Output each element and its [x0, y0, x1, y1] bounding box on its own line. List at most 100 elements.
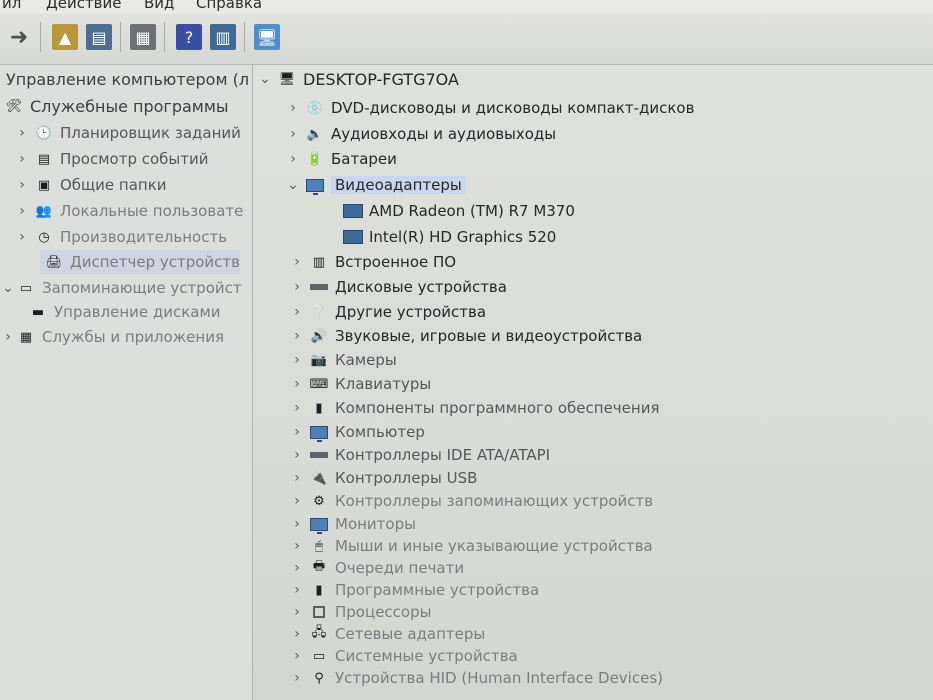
device-category-keyboards[interactable]: › ⌨ Клавиатуры: [289, 372, 431, 396]
tree-item-event-viewer[interactable]: › ▤ Просмотр событий: [14, 147, 209, 171]
chevron-right-icon[interactable]: ›: [285, 151, 301, 167]
chevron-right-icon[interactable]: ›: [289, 328, 305, 344]
tree-item-label: Управление компьютером (л: [6, 69, 250, 89]
device-category-network-adapters[interactable]: › 🖧 Сетевые адаптеры: [289, 622, 485, 646]
tree-item-label: Просмотр событий: [60, 150, 209, 168]
device-category-processors[interactable]: › Процессоры: [289, 600, 431, 624]
device-category-label: Контроллеры IDE ATA/ATAPI: [335, 446, 551, 464]
chevron-right-icon[interactable]: ›: [14, 125, 30, 141]
device-category-print-queues[interactable]: › 🖶 Очереди печати: [289, 556, 464, 580]
chevron-right-icon[interactable]: ›: [289, 424, 305, 440]
device-amd-radeon[interactable]: AMD Radeon (TM) R7 M370: [339, 199, 575, 223]
chevron-right-icon[interactable]: ›: [289, 304, 305, 320]
device-root-label: DESKTOP-FGTG7OA: [303, 69, 459, 89]
device-root[interactable]: ⌄ 🖥 DESKTOP-FGTG7OA: [257, 67, 459, 91]
chevron-right-icon[interactable]: ›: [289, 470, 305, 486]
device-category-display-adapters[interactable]: ⌄ Видеоадаптеры: [285, 173, 466, 197]
chevron-down-icon[interactable]: ⌄: [285, 177, 301, 193]
chevron-right-icon[interactable]: ›: [14, 203, 30, 219]
chevron-right-icon[interactable]: ›: [14, 177, 30, 193]
action-pane-icon[interactable]: ▥: [210, 24, 236, 50]
back-arrow-icon[interactable]: ➜: [6, 24, 32, 50]
chevron-right-icon[interactable]: ›: [289, 400, 305, 416]
chevron-right-icon[interactable]: ›: [289, 670, 305, 686]
services-icon: ▦: [19, 329, 33, 345]
chevron-right-icon[interactable]: ›: [289, 626, 305, 642]
chevron-right-icon[interactable]: ›: [289, 447, 305, 463]
device-category-ide-controllers[interactable]: › Контроллеры IDE ATA/ATAPI: [289, 443, 550, 467]
toolbar-separator: [244, 22, 245, 52]
chevron-right-icon[interactable]: ›: [289, 560, 305, 576]
device-category-disk-drives[interactable]: › Дисковые устройства: [289, 275, 507, 299]
keyboard-icon: ⌨: [309, 376, 329, 392]
device-category-monitors[interactable]: › Мониторы: [289, 512, 416, 536]
dvd-drive-icon: 💿: [306, 100, 324, 116]
chevron-right-icon[interactable]: ›: [289, 516, 305, 532]
software-component-icon: ▮: [315, 400, 323, 416]
tree-item-storage[interactable]: ⌄ ▭ Запоминающие устройст: [0, 276, 242, 300]
chevron-right-icon[interactable]: ›: [0, 329, 16, 345]
toolbar: ➜ ▲ ▤ ▦ ? ▥ 🖥: [0, 14, 933, 65]
chevron-right-icon[interactable]: ›: [289, 493, 305, 509]
device-category-computer[interactable]: › Компьютер: [289, 420, 425, 444]
tree-item-performance[interactable]: › ◷ Производительность: [14, 225, 227, 249]
chevron-right-icon[interactable]: ›: [285, 126, 301, 142]
device-category-label: Мыши и иные указывающие устройства: [335, 537, 653, 555]
tree-item-task-scheduler[interactable]: › 🕒 Планировщик заданий: [14, 121, 241, 145]
chevron-right-icon[interactable]: ›: [289, 279, 305, 295]
help-icon[interactable]: ?: [176, 24, 202, 50]
battery-icon: 🔋: [306, 151, 324, 167]
tree-item-device-manager[interactable]: 🖨 Диспетчер устройств: [40, 250, 240, 274]
chevron-right-icon[interactable]: ›: [289, 254, 305, 270]
device-category-sound[interactable]: › 🔊 Звуковые, игровые и видеоустройства: [289, 324, 642, 348]
device-category-label: Программные устройства: [335, 581, 540, 599]
menu-view[interactable]: Вид: [144, 0, 174, 12]
device-category-storage-controllers[interactable]: › ⚙ Контроллеры запоминающих устройств: [289, 489, 653, 513]
device-category-label: Мониторы: [335, 515, 416, 533]
chevron-right-icon[interactable]: ›: [289, 582, 305, 598]
menu-file[interactable]: ил: [2, 0, 21, 12]
tree-item-disk-management[interactable]: ▬ Управление дисками: [24, 300, 221, 324]
device-category-firmware[interactable]: › ▥ Встроенное ПО: [289, 250, 456, 274]
menu-help[interactable]: Справка: [196, 0, 262, 12]
storage-controller-icon: ⚙: [313, 493, 325, 509]
device-category-usb-controllers[interactable]: › 🔌 Контроллеры USB: [289, 466, 477, 490]
storage-icon: ▭: [19, 280, 33, 296]
menu-action[interactable]: Действие: [46, 0, 122, 12]
ide-controller-icon: [309, 446, 329, 464]
tree-item-local-users[interactable]: › 👥 Локальные пользовате: [14, 199, 243, 223]
tree-item-services[interactable]: › ▦ Службы и приложения: [0, 325, 224, 349]
chevron-right-icon[interactable]: ›: [14, 151, 30, 167]
printer-icon: 🖶: [312, 559, 326, 574]
chevron-right-icon[interactable]: ›: [285, 100, 301, 116]
device-category-hid[interactable]: › ⚲ Устройства HID (Human Interface Devi…: [289, 666, 663, 690]
device-category-software-devices[interactable]: › ▮ Программные устройства: [289, 578, 539, 602]
chevron-right-icon[interactable]: ›: [289, 352, 305, 368]
chevron-right-icon[interactable]: ›: [289, 538, 305, 554]
device-category-label: DVD-дисководы и дисководы компакт-дисков: [331, 99, 695, 117]
device-label: AMD Radeon (TM) R7 M370: [369, 202, 575, 220]
device-category-dvd[interactable]: › 💿 DVD-дисководы и дисководы компакт-ди…: [285, 96, 694, 120]
chevron-right-icon[interactable]: ›: [289, 604, 305, 620]
folder-up-icon[interactable]: ▲: [52, 24, 78, 50]
device-category-other-devices[interactable]: › ❔ Другие устройства: [289, 300, 486, 324]
device-category-cameras[interactable]: › 📷 Камеры: [289, 348, 397, 372]
show-hide-tree-icon[interactable]: ▤: [86, 24, 112, 50]
chevron-down-icon[interactable]: ⌄: [257, 71, 273, 87]
chevron-down-icon[interactable]: ⌄: [0, 280, 16, 296]
device-intel-hd-graphics[interactable]: Intel(R) HD Graphics 520: [339, 225, 556, 249]
sound-icon: 🔊: [310, 328, 328, 344]
device-category-mice[interactable]: › 🖱 Мыши и иные указывающие устройства: [289, 534, 653, 558]
device-category-system-devices[interactable]: › ▭ Системные устройства: [289, 644, 518, 668]
monitor-scan-icon[interactable]: 🖥: [254, 24, 280, 50]
chevron-right-icon[interactable]: ›: [14, 229, 30, 245]
tree-item-computer-management[interactable]: Управление компьютером (л: [0, 67, 250, 91]
device-category-software-components[interactable]: › ▮ Компоненты программного обеспечения: [289, 396, 659, 420]
tree-item-system-tools[interactable]: 🛠 Служебные программы: [4, 94, 229, 118]
tree-item-shared-folders[interactable]: › ▣ Общие папки: [14, 173, 166, 197]
properties-icon[interactable]: ▦: [130, 24, 156, 50]
device-category-audio-io[interactable]: › 🔈 Аудиовходы и аудиовыходы: [285, 122, 556, 146]
chevron-right-icon[interactable]: ›: [289, 648, 305, 664]
device-category-batteries[interactable]: › 🔋 Батареи: [285, 147, 397, 171]
chevron-right-icon[interactable]: ›: [289, 376, 305, 392]
